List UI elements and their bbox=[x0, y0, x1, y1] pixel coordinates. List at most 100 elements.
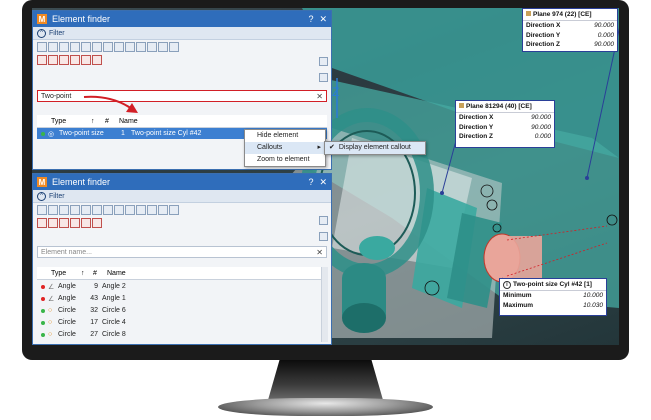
help-button[interactable]: ? bbox=[308, 14, 313, 24]
circle-filter-icon[interactable] bbox=[48, 204, 58, 215]
status-filter-icon[interactable] bbox=[37, 54, 47, 65]
row-number: 9 bbox=[94, 283, 98, 290]
callout-label: Direction X bbox=[526, 22, 561, 29]
search-value: Two-point bbox=[41, 93, 72, 100]
sphere-filter-icon[interactable] bbox=[158, 41, 168, 52]
status-filter-icon[interactable] bbox=[81, 217, 91, 228]
slot-filter-icon[interactable] bbox=[114, 41, 124, 52]
angle-icon: ∠ bbox=[48, 295, 55, 303]
line-filter-icon[interactable] bbox=[92, 204, 102, 215]
callout-title: i Two-point size Cyl #42 [1] bbox=[500, 279, 606, 291]
column-name[interactable]: Name bbox=[119, 118, 138, 125]
sort-arrow-icon[interactable]: ↑ bbox=[91, 118, 105, 125]
filter-icon-row bbox=[33, 203, 331, 216]
curve-filter-icon[interactable] bbox=[70, 41, 80, 52]
status-filter-icon[interactable] bbox=[48, 54, 58, 65]
clear-search-button[interactable]: ✕ bbox=[316, 247, 323, 258]
menu-item-zoom-to-element[interactable]: Zoom to element bbox=[245, 154, 325, 166]
status-filter-icon[interactable] bbox=[48, 217, 58, 228]
column-name[interactable]: Name bbox=[107, 270, 126, 277]
point-filter-icon[interactable] bbox=[81, 204, 91, 215]
distance-filter-icon[interactable] bbox=[103, 204, 113, 215]
help-button[interactable]: ? bbox=[308, 177, 313, 187]
filter-toggle[interactable]: ^ Filter bbox=[33, 27, 331, 40]
callouts-submenu: ✔ Display element callout bbox=[324, 141, 426, 155]
context-menu: Hide element Callouts ▸ Zoom to element bbox=[244, 129, 326, 167]
table-row[interactable]: ∠ Angle 43 Angle 1 bbox=[37, 293, 327, 304]
circle-filter-icon[interactable] bbox=[48, 41, 58, 52]
plane-filter-icon[interactable] bbox=[125, 41, 135, 52]
deselect-all-icon[interactable] bbox=[319, 232, 328, 241]
status-filter-icon[interactable] bbox=[70, 54, 80, 65]
callout-value: 0.000 bbox=[597, 31, 614, 39]
cross-filter-icon[interactable] bbox=[147, 204, 157, 215]
close-button[interactable]: ✕ bbox=[319, 177, 327, 188]
status-dot bbox=[41, 308, 45, 313]
plane-filter-icon[interactable] bbox=[125, 204, 135, 215]
status-filter-icon[interactable] bbox=[59, 217, 69, 228]
row-name: Angle 1 bbox=[102, 295, 126, 302]
scrollbar[interactable] bbox=[321, 267, 328, 342]
clear-search-button[interactable]: ✕ bbox=[316, 91, 323, 102]
cone-filter-icon[interactable] bbox=[59, 41, 69, 52]
plane-icon bbox=[459, 103, 464, 108]
finder-title: Element finder bbox=[52, 177, 111, 187]
menu-item-callouts[interactable]: Callouts ▸ bbox=[245, 142, 325, 154]
select-all-icon[interactable] bbox=[319, 216, 328, 225]
filter-toggle[interactable]: ^ Filter bbox=[33, 190, 331, 203]
screen: Z Plane 974 (22) [CE] Direction X 90.000 … bbox=[32, 8, 619, 345]
menu-item-display-element-callout[interactable]: ✔ Display element callout bbox=[325, 142, 425, 154]
select-all-icon[interactable] bbox=[319, 57, 328, 66]
distance-filter-icon[interactable] bbox=[103, 41, 113, 52]
cross-filter-icon[interactable] bbox=[147, 41, 157, 52]
row-name: Circle 4 bbox=[102, 319, 126, 326]
monitor-neck bbox=[268, 360, 383, 400]
callout-title: Plane 974 (22) [CE] bbox=[523, 9, 617, 21]
table-row[interactable]: ○ Circle 32 Circle 6 bbox=[37, 305, 327, 316]
callout-title: Plane 81294 (40) [CE] bbox=[456, 101, 554, 113]
row-type: Angle bbox=[58, 295, 76, 302]
table-row[interactable]: ○ Circle 27 Circle 8 bbox=[37, 329, 327, 340]
callout-plane-81294[interactable]: Plane 81294 (40) [CE] Direction X 90.000 … bbox=[455, 100, 555, 148]
cylinder-filter-icon[interactable] bbox=[136, 204, 146, 215]
line-filter-icon[interactable] bbox=[92, 41, 102, 52]
callout-label: Minimum bbox=[503, 292, 532, 299]
status-filter-icon[interactable] bbox=[59, 54, 69, 65]
status-dot bbox=[41, 332, 45, 337]
torus-filter-icon[interactable] bbox=[169, 41, 179, 52]
column-type[interactable]: Type bbox=[51, 270, 81, 277]
column-number[interactable]: # bbox=[105, 118, 119, 125]
curve-filter-icon[interactable] bbox=[70, 204, 80, 215]
table-row[interactable]: ∠ Angle 9 Angle 2 bbox=[37, 281, 327, 292]
row-number: 27 bbox=[90, 331, 98, 338]
callout-plane-974[interactable]: Plane 974 (22) [CE] Direction X 90.000 Di… bbox=[522, 8, 618, 52]
close-button[interactable]: ✕ bbox=[319, 14, 327, 25]
status-filter-icon[interactable] bbox=[37, 217, 47, 228]
row-type: Angle bbox=[58, 283, 76, 290]
point-filter-icon[interactable] bbox=[81, 41, 91, 52]
column-type[interactable]: Type bbox=[51, 118, 91, 125]
angle-filter-icon[interactable] bbox=[37, 204, 47, 215]
status-filter-icon[interactable] bbox=[70, 217, 80, 228]
cylinder-filter-icon[interactable] bbox=[136, 41, 146, 52]
angle-filter-icon[interactable] bbox=[37, 41, 47, 52]
column-number[interactable]: # bbox=[93, 270, 107, 277]
status-filter-icon[interactable] bbox=[92, 217, 102, 228]
sphere-filter-icon[interactable] bbox=[158, 204, 168, 215]
menu-item-hide-element[interactable]: Hide element bbox=[245, 130, 325, 142]
search-input[interactable]: Element name... ✕ bbox=[37, 246, 327, 258]
circle-icon: ○ bbox=[48, 319, 53, 326]
sort-arrow-icon[interactable]: ↑ bbox=[81, 270, 93, 277]
search-input[interactable]: Two-point ✕ bbox=[37, 90, 327, 102]
status-filter-icon[interactable] bbox=[81, 54, 91, 65]
status-filter-icon[interactable] bbox=[92, 54, 102, 65]
slot-filter-icon[interactable] bbox=[114, 204, 124, 215]
finder-title: Element finder bbox=[52, 14, 111, 24]
callout-two-point-size[interactable]: i Two-point size Cyl #42 [1] Minimum 10.00… bbox=[499, 278, 607, 316]
cone-filter-icon[interactable] bbox=[59, 204, 69, 215]
table-row[interactable]: ○ Circle 17 Circle 4 bbox=[37, 317, 327, 328]
torus-filter-icon[interactable] bbox=[169, 204, 179, 215]
deselect-all-icon[interactable] bbox=[319, 73, 328, 82]
callout-value: 90.000 bbox=[531, 114, 551, 121]
plane-icon bbox=[526, 11, 531, 16]
